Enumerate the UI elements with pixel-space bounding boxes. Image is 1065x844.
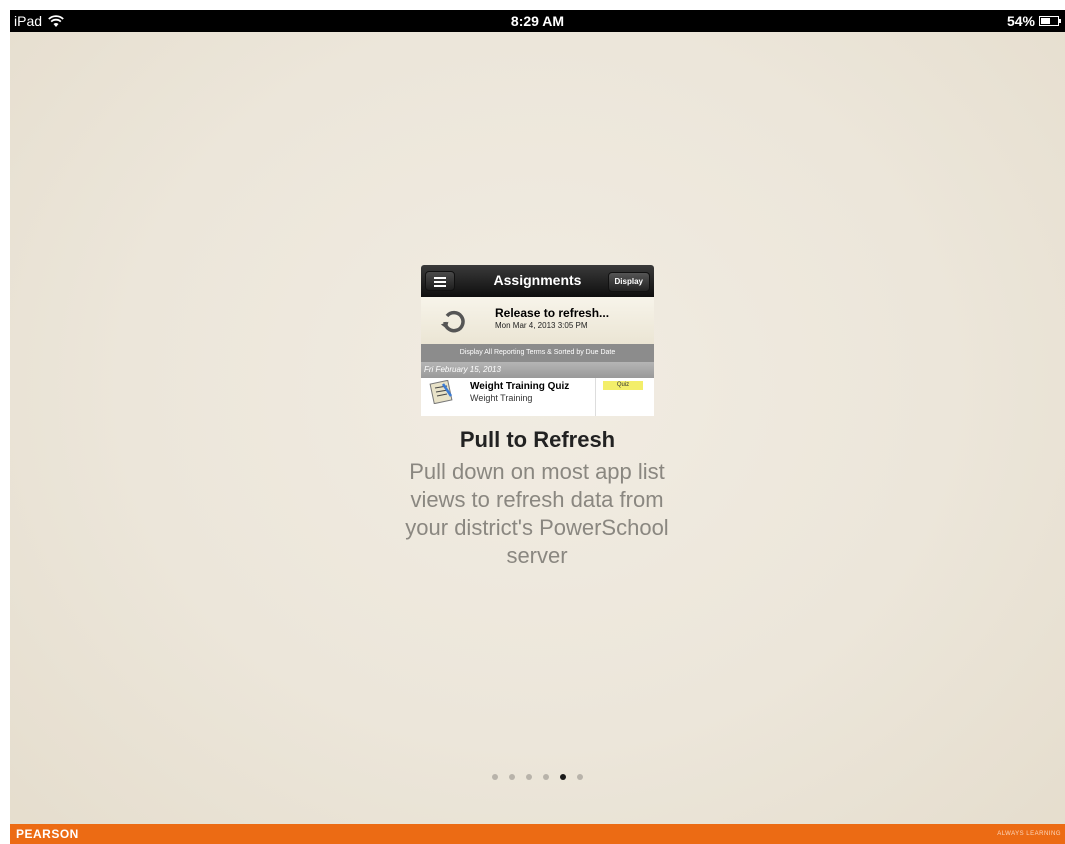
preview-filter-bar: Display All Reporting Terms & Sorted by … <box>421 344 654 362</box>
pearson-logo: PEARSON <box>16 827 79 841</box>
page-dot[interactable] <box>509 774 515 780</box>
page-dot[interactable] <box>560 774 566 780</box>
preview-refresh-header: Release to refresh... Mon Mar 4, 2013 3:… <box>421 297 654 344</box>
preview-nav-bar: Assignments Display <box>421 265 654 297</box>
preview-refresh-date: Mon Mar 4, 2013 3:05 PM <box>495 321 588 330</box>
preview-section-header: Fri February 15, 2013 <box>421 362 654 378</box>
status-right: 54% <box>1006 10 1061 32</box>
battery-icon <box>1039 16 1061 26</box>
tutorial-preview-image: Assignments Display Release to refresh..… <box>421 265 654 416</box>
status-time: 8:29 AM <box>510 13 565 29</box>
preview-row-badge: Quiz <box>603 381 643 390</box>
page-dot[interactable] <box>526 774 532 780</box>
preview-badge-column: Quiz <box>595 378 654 416</box>
refresh-arrow-icon <box>441 310 465 333</box>
page-dot[interactable] <box>492 774 498 780</box>
page-indicator[interactable] <box>10 774 1065 780</box>
battery-percent: 54% <box>1006 13 1035 29</box>
page-dot[interactable] <box>577 774 583 780</box>
tutorial-description: Pull down on most app list views to refr… <box>405 459 669 568</box>
footer-tagline: ALWAYS LEARNING <box>997 831 1061 837</box>
preview-row-title: Weight Training Quiz <box>470 381 570 392</box>
preview-refresh-title: Release to refresh... <box>495 306 610 320</box>
preview-row-subtitle: Weight Training <box>470 393 533 403</box>
assignment-icon <box>429 380 453 404</box>
status-bar: iPad 8:29 AM 54% <box>10 10 1065 32</box>
app-screen: iPad 8:29 AM 54% Assignments Display Rel… <box>10 10 1065 844</box>
footer-bar: PEARSON ALWAYS LEARNING <box>10 824 1065 844</box>
page-dot[interactable] <box>543 774 549 780</box>
preview-display-button: Display <box>607 272 650 292</box>
tutorial-title: Pull to Refresh <box>459 427 616 452</box>
preview-list-item: Weight Training Quiz Weight Training Qui… <box>421 378 654 416</box>
